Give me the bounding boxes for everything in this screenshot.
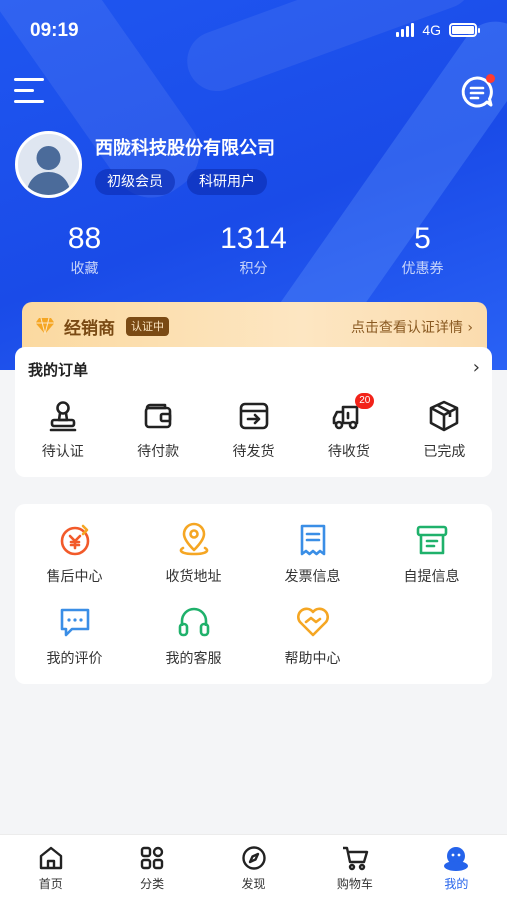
tab-label: 分类	[140, 877, 165, 891]
user-silhouette-icon	[18, 134, 79, 195]
signal-icon	[396, 23, 415, 37]
order-status-completed[interactable]: 已完成	[397, 399, 492, 461]
service-pickup-info[interactable]: 自提信息	[372, 522, 491, 604]
service-invoice-info[interactable]: 发票信息	[253, 522, 372, 604]
tab-cart[interactable]: 购物车	[304, 835, 405, 900]
stat-coupons[interactable]: 5 优惠券	[338, 222, 507, 278]
network-label: 4G	[422, 22, 441, 38]
unread-dot	[486, 74, 495, 83]
stat-points[interactable]: 1314 积分	[169, 222, 338, 278]
member-level-tag: 初级会员	[95, 169, 175, 195]
dealer-title: 经销商	[64, 319, 115, 339]
stat-label: 优惠券	[401, 261, 444, 277]
location-icon	[179, 522, 208, 556]
order-status-label: 待付款	[137, 444, 180, 460]
notification-count-badge: 20	[355, 393, 375, 409]
service-customer-support[interactable]: 我的客服	[134, 604, 253, 686]
diamond-icon	[35, 317, 55, 335]
avatar[interactable]	[15, 131, 82, 198]
order-status-label: 待发货	[232, 444, 275, 460]
messages-button[interactable]	[459, 74, 495, 110]
stamp-icon	[49, 401, 77, 432]
package-icon	[430, 400, 459, 432]
orders-card: 我的订单 › 待认证 待付款 待发货 20 待收货 已完成	[15, 347, 492, 477]
company-name: 西陇科技股份有限公司	[95, 138, 275, 159]
service-label: 帮助中心	[284, 651, 341, 667]
service-label: 售后中心	[46, 569, 103, 585]
bottom-tab-bar: 首页 分类 发现 购物车 我的	[0, 834, 507, 900]
stat-label: 积分	[239, 261, 268, 277]
user-type-tag: 科研用户	[187, 169, 267, 195]
order-status-label: 已完成	[423, 444, 466, 460]
box-out-icon	[239, 402, 268, 430]
order-status-pending-receipt[interactable]: 20 待收货	[301, 393, 396, 461]
order-status-pending-shipment[interactable]: 待发货	[206, 399, 301, 461]
help-heart-icon	[296, 607, 329, 637]
stat-favorites[interactable]: 88 收藏	[0, 222, 169, 278]
stat-value: 5	[414, 222, 431, 255]
status-bar: 09:19 4G	[0, 0, 507, 64]
order-status-pending-certification[interactable]: 待认证	[15, 399, 110, 461]
category-icon	[140, 846, 164, 870]
stat-value: 1314	[220, 222, 287, 255]
menu-button[interactable]	[14, 76, 48, 106]
service-after-sales[interactable]: 售后中心	[15, 522, 134, 604]
service-shipping-address[interactable]: 收货地址	[134, 522, 253, 604]
compass-icon	[241, 846, 266, 870]
service-label: 我的评价	[46, 651, 103, 667]
wallet-icon	[144, 403, 172, 429]
chevron-right-icon[interactable]: ›	[473, 357, 480, 378]
profile-icon	[444, 847, 469, 871]
service-label: 自提信息	[403, 569, 460, 585]
stat-value: 88	[67, 222, 102, 255]
tab-label: 购物车	[336, 877, 373, 891]
status-time: 09:19	[30, 20, 79, 41]
orders-title: 我的订单	[28, 361, 89, 379]
certification-details-link[interactable]: 点击查看认证详情 ›	[351, 317, 473, 337]
cart-icon	[342, 846, 369, 871]
tab-category[interactable]: 分类	[101, 835, 202, 900]
headset-icon	[178, 607, 209, 637]
service-help-center[interactable]: 帮助中心	[253, 604, 372, 686]
order-status-pending-payment[interactable]: 待付款	[110, 399, 205, 461]
service-label: 收货地址	[165, 569, 222, 585]
certification-status-badge: 认证中	[126, 317, 169, 336]
tab-label: 首页	[38, 877, 63, 891]
service-label: 我的客服	[165, 651, 222, 667]
order-status-label: 待收货	[327, 444, 370, 460]
service-label: 发票信息	[284, 569, 341, 585]
home-icon	[39, 846, 62, 870]
tab-discover[interactable]: 发现	[203, 835, 304, 900]
stat-label: 收藏	[70, 261, 99, 277]
battery-icon	[449, 23, 480, 37]
tab-label: 我的	[444, 877, 469, 891]
comment-icon	[60, 608, 89, 637]
service-my-reviews[interactable]: 我的评价	[15, 604, 134, 686]
order-status-label: 待认证	[41, 444, 84, 460]
services-card: 售后中心 收货地址 发票信息 自提信息 我的评价 我的客服 帮助中心	[15, 504, 492, 684]
tab-home[interactable]: 首页	[0, 835, 101, 900]
after-sales-icon	[60, 524, 89, 556]
invoice-icon	[300, 524, 325, 556]
tab-profile[interactable]: 我的	[406, 835, 507, 900]
tab-label: 发现	[241, 877, 266, 891]
pickup-icon	[416, 525, 447, 555]
